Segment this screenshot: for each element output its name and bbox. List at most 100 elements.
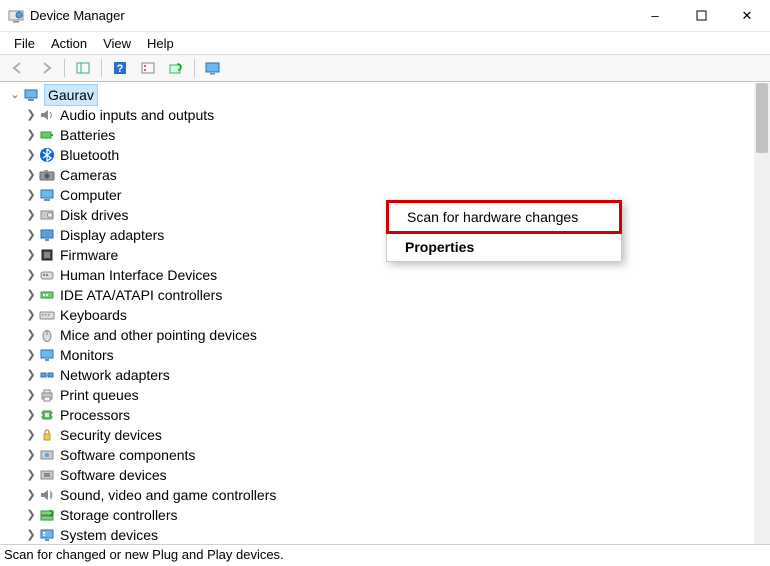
tree-item-label: Processors <box>60 405 130 425</box>
tree-item[interactable]: ❯ Monitors <box>0 345 770 365</box>
chevron-down-icon[interactable]: ⌄ <box>8 85 22 105</box>
tree-item-label: Monitors <box>60 345 114 365</box>
tree-item[interactable]: ❯ Software devices <box>0 465 770 485</box>
window-title: Device Manager <box>30 8 125 23</box>
scan-hardware-button[interactable] <box>164 57 188 79</box>
svg-text:?: ? <box>117 63 124 75</box>
toolbar: ? <box>0 54 770 82</box>
tree-item-label: Software devices <box>60 465 167 485</box>
menu-help[interactable]: Help <box>141 34 180 53</box>
chevron-right-icon[interactable]: ❯ <box>24 465 38 485</box>
toolbar-separator <box>194 59 195 77</box>
chevron-right-icon[interactable]: ❯ <box>24 445 38 465</box>
chevron-right-icon[interactable]: ❯ <box>24 225 38 245</box>
chevron-right-icon[interactable]: ❯ <box>24 505 38 525</box>
chevron-right-icon[interactable]: ❯ <box>24 425 38 445</box>
monitor-button[interactable] <box>201 57 225 79</box>
tree-item[interactable]: ❯ Bluetooth <box>0 145 770 165</box>
tree-item-label: IDE ATA/ATAPI controllers <box>60 285 222 305</box>
chevron-right-icon[interactable]: ❯ <box>24 525 38 544</box>
tree-item[interactable]: ❯Print queues <box>0 385 770 405</box>
help-button[interactable]: ? <box>108 57 132 79</box>
tree-item-label: System devices <box>60 525 158 544</box>
context-menu: Scan for hardware changes Properties <box>386 200 622 262</box>
audio-icon <box>38 106 56 124</box>
chevron-right-icon[interactable]: ❯ <box>24 105 38 125</box>
minimize-button[interactable]: – <box>632 0 678 32</box>
status-bar: Scan for changed or new Plug and Play de… <box>0 544 770 566</box>
tree-item[interactable]: ❯Storage controllers <box>0 505 770 525</box>
menu-view[interactable]: View <box>97 34 137 53</box>
ide-icon <box>38 286 56 304</box>
firmware-icon <box>38 246 56 264</box>
show-hide-console-tree-button[interactable] <box>71 57 95 79</box>
security-icon <box>38 426 56 444</box>
chevron-right-icon[interactable]: ❯ <box>24 305 38 325</box>
chevron-right-icon[interactable]: ❯ <box>24 485 38 505</box>
tree-item[interactable]: ❯ Human Interface Devices <box>0 265 770 285</box>
chevron-right-icon[interactable]: ❯ <box>24 165 38 185</box>
tree-item[interactable]: ❯ Firmware <box>0 245 770 265</box>
tree-item[interactable]: ❯Network adapters <box>0 365 770 385</box>
tree-item[interactable]: ❯Mice and other pointing devices <box>0 325 770 345</box>
menu-item-properties[interactable]: Properties <box>387 233 621 261</box>
chevron-right-icon[interactable]: ❯ <box>24 365 38 385</box>
chevron-right-icon[interactable]: ❯ <box>24 205 38 225</box>
scrollbar-thumb[interactable] <box>756 83 768 153</box>
network-icon <box>38 366 56 384</box>
tree-item[interactable]: ❯ Cameras <box>0 165 770 185</box>
chevron-right-icon[interactable]: ❯ <box>24 125 38 145</box>
title-bar: Device Manager – ✕ <box>0 0 770 32</box>
forward-button <box>34 57 58 79</box>
tree-item-label: Cameras <box>60 165 117 185</box>
tree-item-label: Security devices <box>60 425 162 445</box>
root-label: Gaurav <box>44 84 98 106</box>
chevron-right-icon[interactable]: ❯ <box>24 185 38 205</box>
tree-item[interactable]: ❯Batteries <box>0 125 770 145</box>
action-button[interactable] <box>136 57 160 79</box>
chevron-right-icon[interactable]: ❯ <box>24 385 38 405</box>
tree-item[interactable]: ❯ IDE ATA/ATAPI controllers <box>0 285 770 305</box>
chevron-right-icon[interactable]: ❯ <box>24 285 38 305</box>
swdev-icon <box>38 466 56 484</box>
battery-icon <box>38 126 56 144</box>
tree-item[interactable]: ❯ Security devices <box>0 425 770 445</box>
tree-item[interactable]: ❯Computer <box>0 185 770 205</box>
tree-item[interactable]: ❯ Software components <box>0 445 770 465</box>
storage-icon <box>38 506 56 524</box>
chevron-right-icon[interactable]: ❯ <box>24 245 38 265</box>
hid-icon <box>38 266 56 284</box>
chevron-right-icon[interactable]: ❯ <box>24 325 38 345</box>
tree-item[interactable]: ❯ Processors <box>0 405 770 425</box>
tree-item-label: Audio inputs and outputs <box>60 105 214 125</box>
tree-root[interactable]: ⌄ Gaurav <box>0 85 770 105</box>
tree-item-label: Software components <box>60 445 195 465</box>
tree-item[interactable]: ❯ System devices <box>0 525 770 544</box>
chevron-right-icon[interactable]: ❯ <box>24 265 38 285</box>
menu-file[interactable]: File <box>8 34 41 53</box>
camera-icon <box>38 166 56 184</box>
menu-bar: File Action View Help <box>0 32 770 54</box>
computer-icon <box>22 86 40 104</box>
tree-item[interactable]: ❯Display adapters <box>0 225 770 245</box>
chevron-right-icon[interactable]: ❯ <box>24 405 38 425</box>
close-button[interactable]: ✕ <box>724 0 770 32</box>
menu-action[interactable]: Action <box>45 34 93 53</box>
tree-item-label: Bluetooth <box>60 145 119 165</box>
tree-item[interactable]: ❯Keyboards <box>0 305 770 325</box>
menu-item-scan-hardware[interactable]: Scan for hardware changes <box>386 200 622 234</box>
tree-pane: ⌄ Gaurav ❯ Audio inputs and outputs❯Batteri… <box>0 82 770 544</box>
maximize-button[interactable] <box>678 0 724 32</box>
tree-item[interactable]: ❯Sound, video and game controllers <box>0 485 770 505</box>
chevron-right-icon[interactable]: ❯ <box>24 345 38 365</box>
tree-item-label: Human Interface Devices <box>60 265 217 285</box>
tree-item[interactable]: ❯Disk drives <box>0 205 770 225</box>
tree-item-label: Firmware <box>60 245 118 265</box>
chevron-right-icon[interactable]: ❯ <box>24 145 38 165</box>
vertical-scrollbar[interactable] <box>754 83 770 544</box>
sound-icon <box>38 486 56 504</box>
bluetooth-icon <box>38 146 56 164</box>
tree-item[interactable]: ❯ Audio inputs and outputs <box>0 105 770 125</box>
swcomp-icon <box>38 446 56 464</box>
keyboard-icon <box>38 306 56 324</box>
